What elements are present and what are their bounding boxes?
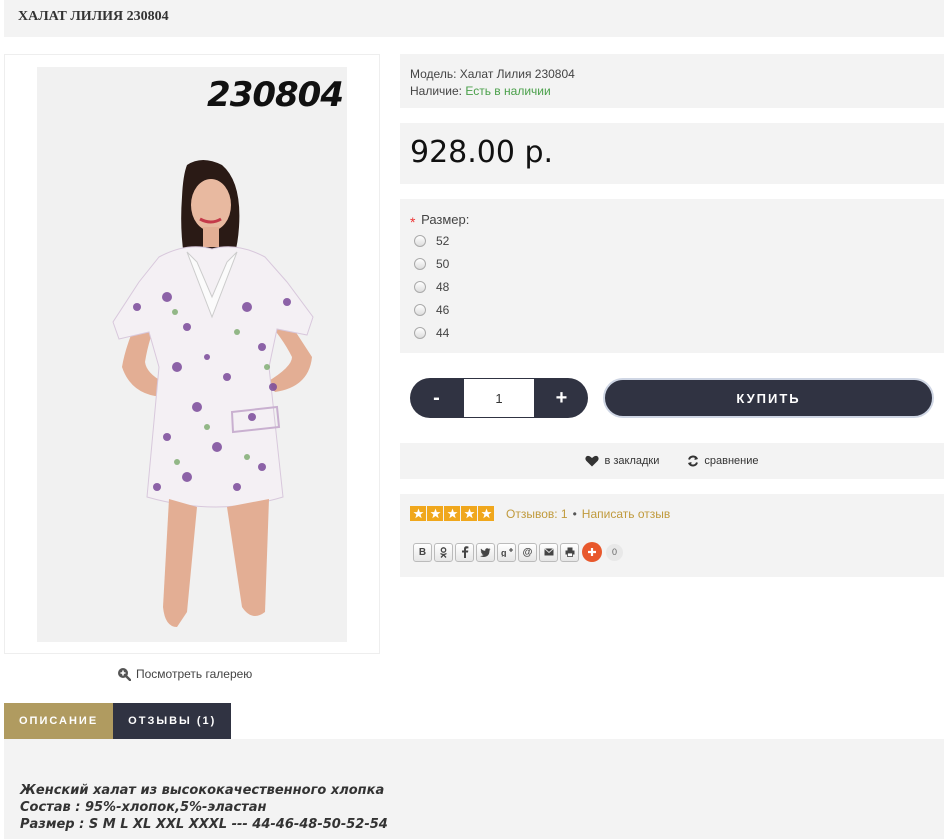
size-value: 46: [436, 302, 450, 317]
description-panel: Женский халат из высококачественного хло…: [4, 739, 944, 839]
printer-icon: [565, 547, 574, 557]
compare-label: сравнение: [704, 455, 759, 467]
stock-row: Наличие: Есть в наличии: [410, 83, 934, 100]
odnoklassniki-share-button[interactable]: [434, 542, 453, 562]
size-value: 50: [436, 256, 450, 271]
size-value: 52: [436, 233, 450, 248]
product-info: Модель: Халат Лилия 230804 Наличие: Есть…: [400, 54, 944, 108]
gallery-link[interactable]: Посмотреть галерею: [117, 667, 252, 681]
quantity-decrease-button[interactable]: -: [410, 378, 463, 418]
star-icon: [427, 506, 443, 521]
size-value: 48: [436, 279, 450, 294]
radio-button[interactable]: [414, 257, 426, 270]
svg-text:g: g: [501, 548, 507, 557]
tab-reviews[interactable]: ОТЗЫВЫ (1): [113, 703, 232, 739]
star-icon: [444, 506, 460, 521]
product-photo[interactable]: 230804: [37, 67, 347, 642]
add-to-wishlist-button[interactable]: в закладки: [585, 455, 659, 467]
stock-status: Есть в наличии: [465, 84, 551, 98]
model-label: Модель:: [410, 67, 457, 81]
size-option[interactable]: 48: [410, 275, 934, 298]
google-plus-share-button[interactable]: g: [497, 542, 516, 562]
refresh-icon: [688, 455, 699, 467]
stock-label: Наличие:: [410, 84, 463, 98]
size-label: Размер:: [421, 212, 470, 227]
print-button[interactable]: [560, 542, 579, 562]
product-image-box[interactable]: 230804: [4, 54, 380, 654]
radio-button[interactable]: [414, 326, 426, 339]
size-value: 44: [436, 325, 450, 340]
write-review-link[interactable]: Написать отзыв: [582, 507, 670, 521]
twitter-icon: [480, 547, 491, 557]
facebook-share-button[interactable]: [455, 542, 474, 562]
required-mark: *: [410, 214, 416, 230]
description-line: Женский халат из высококачественного хло…: [20, 783, 385, 798]
page-title: ХАЛАТ ЛИЛИЯ 230804: [18, 9, 169, 24]
page-title-bar: ХАЛАТ ЛИЛИЯ 230804: [4, 0, 944, 37]
gallery-link-label[interactable]: Посмотреть галерею: [136, 667, 252, 681]
heart-icon: [585, 455, 600, 467]
price-box: 928.00 р.: [400, 123, 944, 184]
separator: •: [572, 507, 577, 521]
product-actions: в закладки сравнение: [400, 443, 944, 479]
star-icon: [461, 506, 477, 521]
mail-share-button[interactable]: @: [518, 542, 537, 562]
size-option[interactable]: 52: [410, 229, 934, 252]
share-count: 0: [606, 543, 623, 561]
size-option[interactable]: 44: [410, 321, 934, 344]
share-more-button[interactable]: [582, 542, 602, 562]
envelope-icon: [543, 548, 554, 556]
size-options: * Размер: 52 50 48 46 44: [400, 199, 944, 353]
radio-button[interactable]: [414, 303, 426, 316]
rating-stars: [410, 506, 494, 521]
buy-button[interactable]: КУПИТЬ: [603, 378, 934, 418]
zoom-icon: [118, 668, 131, 681]
product-tabs: ОПИСАНИЕ ОТЗЫВЫ (1): [4, 703, 232, 739]
description-line: Состав : 95%-хлопок,5%-эластан: [20, 800, 267, 815]
quantity-stepper: - +: [410, 378, 588, 418]
wishlist-label: в закладки: [604, 455, 660, 467]
description-line: Размер : S M L XL XXL XXXL --- 44-46-48-…: [20, 817, 388, 832]
reviews-links: Отзывов: 1 • Написать отзыв: [506, 507, 670, 521]
radio-button[interactable]: [414, 280, 426, 293]
vk-share-button[interactable]: В: [413, 542, 432, 562]
quantity-input[interactable]: [463, 378, 535, 418]
product-price: 928.00 р.: [410, 135, 554, 170]
size-option[interactable]: 50: [410, 252, 934, 275]
facebook-icon: [461, 546, 468, 558]
share-buttons: В g @ 0: [413, 542, 623, 562]
review-box: Отзывов: 1 • Написать отзыв В g @ 0: [400, 494, 944, 577]
plus-icon: [588, 548, 596, 556]
star-icon: [410, 506, 426, 521]
dress-illustration: [112, 160, 314, 627]
quantity-increase-button[interactable]: +: [535, 378, 588, 418]
size-label-row: * Размер:: [410, 211, 934, 230]
compare-button[interactable]: сравнение: [687, 455, 759, 467]
radio-button[interactable]: [414, 234, 426, 247]
model-row: Модель: Халат Лилия 230804: [410, 66, 934, 83]
google-plus-icon: g: [501, 548, 513, 557]
star-icon: [478, 506, 494, 521]
email-share-button[interactable]: [539, 542, 558, 562]
size-option[interactable]: 46: [410, 298, 934, 321]
odnoklassniki-icon: [440, 546, 447, 558]
tab-description[interactable]: ОПИСАНИЕ: [4, 703, 114, 739]
product-code-overlay: 230804: [207, 75, 344, 115]
model-value: Халат Лилия 230804: [459, 67, 575, 81]
reviews-count-link[interactable]: Отзывов: 1: [506, 507, 568, 521]
twitter-share-button[interactable]: [476, 542, 495, 562]
